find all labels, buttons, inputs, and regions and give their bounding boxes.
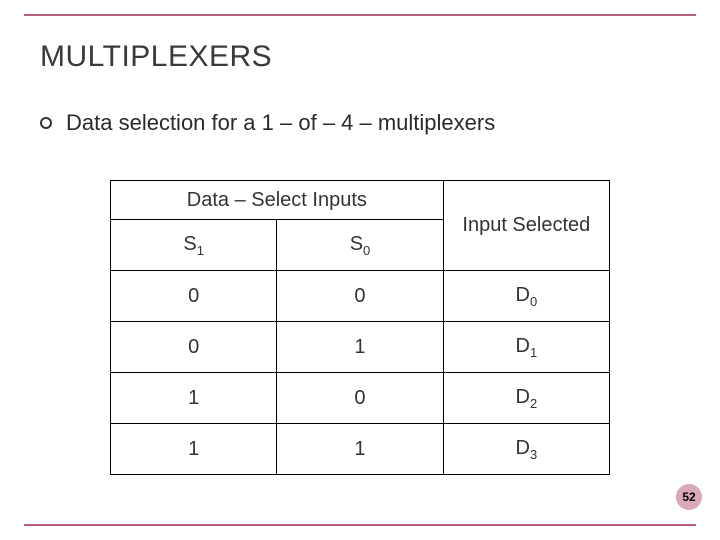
bullet-icon (40, 117, 52, 129)
table-row: 1 1 D3 (111, 424, 610, 475)
header-data-select: Data – Select Inputs (111, 181, 444, 220)
cell-out: D3 (443, 424, 609, 475)
cell-s0: 1 (277, 424, 443, 475)
table-row: 0 0 D0 (111, 271, 610, 322)
cell-s1: 0 (111, 271, 277, 322)
cell-s0: 1 (277, 322, 443, 373)
page-number: 52 (682, 490, 695, 504)
subheader-s0: S0 (277, 220, 443, 271)
cell-out: D1 (443, 322, 609, 373)
cell-out: D2 (443, 373, 609, 424)
cell-s1: 1 (111, 424, 277, 475)
table-row: 1 0 D2 (111, 373, 610, 424)
cell-s1: 1 (111, 373, 277, 424)
cell-out: D0 (443, 271, 609, 322)
page-number-badge: 52 (676, 484, 702, 510)
bullet-line: Data selection for a 1 – of – 4 – multip… (40, 110, 680, 136)
bullet-text: Data selection for a 1 – of – 4 – multip… (66, 110, 495, 136)
accent-rule-bottom (24, 524, 696, 526)
cell-s0: 0 (277, 271, 443, 322)
header-input-selected: Input Selected (443, 181, 609, 271)
cell-s0: 0 (277, 373, 443, 424)
cell-s1: 0 (111, 322, 277, 373)
page-title: MULTIPLEXERS (40, 40, 272, 74)
truth-table: Data – Select Inputs Input Selected S1 S… (110, 180, 610, 475)
table-row: 0 1 D1 (111, 322, 610, 373)
subheader-s1: S1 (111, 220, 277, 271)
accent-rule-top (24, 14, 696, 16)
